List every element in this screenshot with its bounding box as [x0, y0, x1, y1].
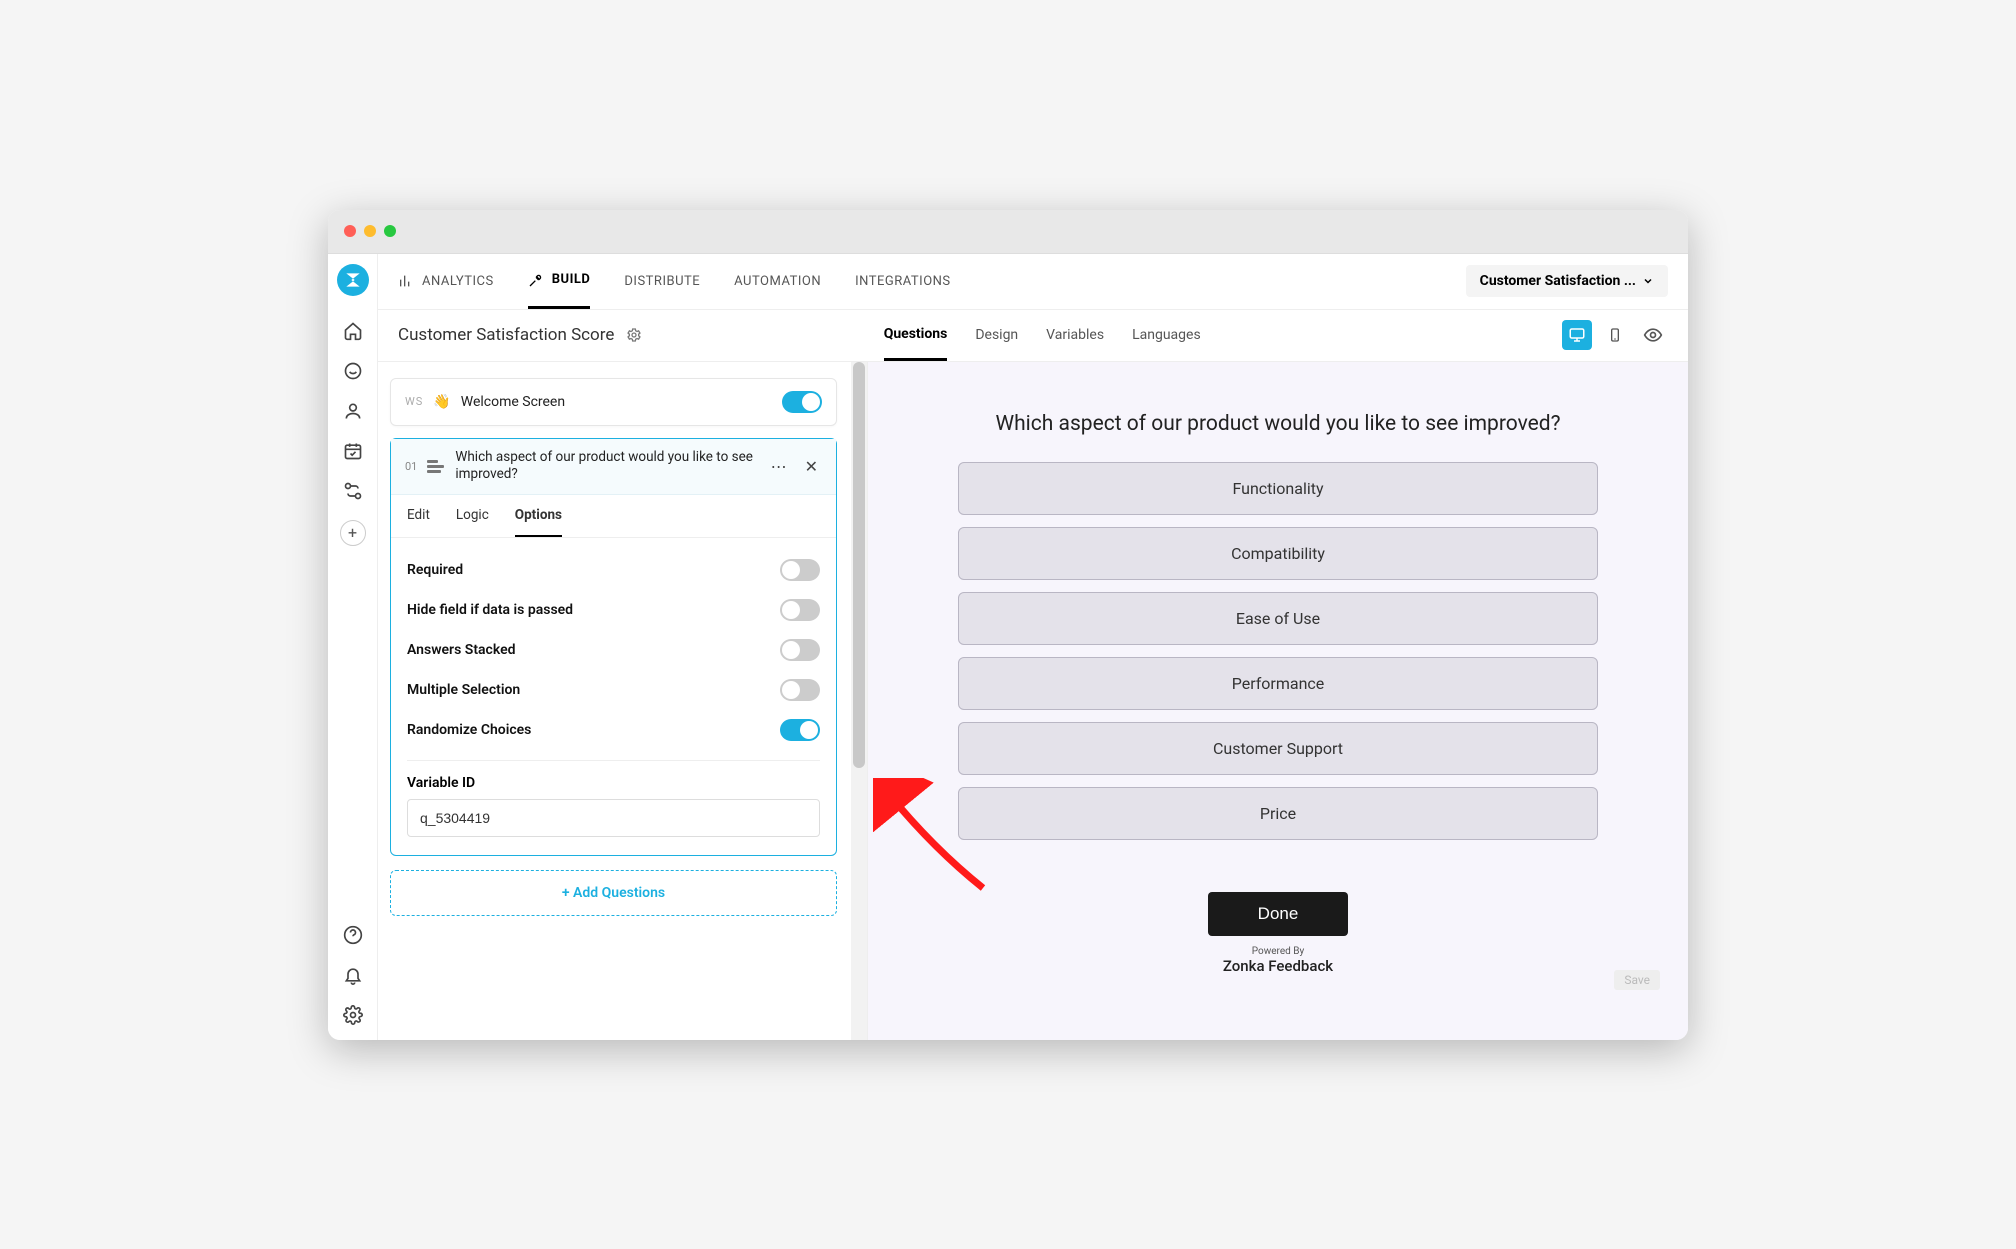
- tab-variables[interactable]: Variables: [1046, 309, 1104, 361]
- scrollbar[interactable]: [851, 362, 867, 1040]
- close-icon[interactable]: ✕: [801, 455, 822, 478]
- eye-preview-icon[interactable]: [1638, 320, 1668, 350]
- save-button-ghost[interactable]: Save: [1614, 970, 1660, 990]
- powered-small: Powered By: [1223, 946, 1333, 957]
- minimize-window-icon[interactable]: [364, 225, 376, 237]
- variable-id-label: Variable ID: [407, 775, 820, 791]
- contacts-icon[interactable]: [342, 400, 364, 422]
- option-label: Answers Stacked: [407, 642, 516, 658]
- add-questions-button[interactable]: + Add Questions: [390, 870, 837, 916]
- powered-by: Powered By Zonka Feedback: [1223, 946, 1333, 975]
- welcome-screen-card[interactable]: WS 👋 Welcome Screen: [390, 378, 837, 426]
- builder-tabs: Questions Design Variables Languages: [884, 309, 1201, 361]
- choice-option[interactable]: Ease of Use: [958, 592, 1598, 645]
- toggle-hide-field[interactable]: [780, 599, 820, 621]
- toggle-multiple-selection[interactable]: [780, 679, 820, 701]
- question-card: 01 Which aspect of our product would you…: [390, 438, 837, 856]
- tab-languages[interactable]: Languages: [1132, 309, 1201, 361]
- side-rail: +: [328, 254, 378, 1040]
- choice-option[interactable]: Functionality: [958, 462, 1598, 515]
- choice-option[interactable]: Compatibility: [958, 527, 1598, 580]
- question-editor-tabs: Edit Logic Options: [391, 495, 836, 538]
- calendar-icon[interactable]: [342, 440, 364, 462]
- question-text: Which aspect of our product would you li…: [455, 449, 756, 484]
- nav-distribute[interactable]: DISTRIBUTE: [624, 253, 700, 309]
- device-preview-toggle: [1562, 320, 1668, 350]
- tab-design[interactable]: Design: [975, 309, 1018, 361]
- mobile-preview-icon[interactable]: [1600, 320, 1630, 350]
- gear-icon[interactable]: [626, 327, 642, 343]
- option-label: Multiple Selection: [407, 682, 520, 698]
- qtab-options[interactable]: Options: [515, 495, 562, 537]
- chevron-down-icon: [1642, 275, 1654, 287]
- nav-build[interactable]: BUILD: [528, 253, 591, 309]
- question-number: 01: [405, 460, 417, 473]
- window-titlebar: [328, 210, 1688, 254]
- question-type-icon: [427, 457, 445, 475]
- options-section: Required Hide field if data is passed An…: [391, 538, 836, 855]
- survey-selector[interactable]: Customer Satisfaction ...: [1466, 265, 1668, 297]
- notifications-icon[interactable]: [342, 964, 364, 986]
- wave-icon: 👋: [433, 394, 450, 410]
- nav-label: BUILD: [552, 272, 591, 287]
- nav-label: DISTRIBUTE: [624, 274, 700, 289]
- survey-title: Customer Satisfaction Score: [398, 325, 614, 345]
- nav-label: ANALYTICS: [422, 274, 494, 289]
- survey-selector-label: Customer Satisfaction ...: [1480, 273, 1636, 289]
- nav-label: INTEGRATIONS: [855, 274, 951, 289]
- welcome-badge: WS: [405, 395, 423, 408]
- powered-brand: Zonka Feedback: [1223, 957, 1333, 975]
- feedback-icon[interactable]: [342, 360, 364, 382]
- qtab-logic[interactable]: Logic: [456, 495, 489, 537]
- tab-questions[interactable]: Questions: [884, 309, 948, 361]
- settings-icon[interactable]: [342, 1004, 364, 1026]
- done-button[interactable]: Done: [1208, 892, 1349, 936]
- home-icon[interactable]: [342, 320, 364, 342]
- nav-label: AUTOMATION: [734, 274, 821, 289]
- brand-logo[interactable]: [337, 264, 369, 296]
- help-icon[interactable]: [342, 924, 364, 946]
- sub-header: Customer Satisfaction Score Questions De…: [378, 310, 1688, 362]
- more-icon[interactable]: ⋯: [767, 455, 791, 478]
- questions-panel: WS 👋 Welcome Screen 01 Which aspect of o…: [378, 362, 868, 1040]
- preview-question: Which aspect of our product would you li…: [995, 412, 1560, 436]
- divider: [407, 760, 820, 761]
- app-window: + ANALYTICS BUILD: [328, 210, 1688, 1040]
- variable-id-input[interactable]: [407, 799, 820, 837]
- toggle-required[interactable]: [780, 559, 820, 581]
- top-nav: ANALYTICS BUILD DISTRIBUTE AUTOMATION IN…: [378, 254, 1688, 310]
- choice-option[interactable]: Performance: [958, 657, 1598, 710]
- toggle-answers-stacked[interactable]: [780, 639, 820, 661]
- option-required: Required: [407, 550, 820, 590]
- option-randomize-choices: Randomize Choices: [407, 710, 820, 750]
- maximize-window-icon[interactable]: [384, 225, 396, 237]
- nav-analytics[interactable]: ANALYTICS: [398, 253, 494, 309]
- nav-automation[interactable]: AUTOMATION: [734, 253, 821, 309]
- question-header[interactable]: 01 Which aspect of our product would you…: [391, 439, 836, 495]
- qtab-edit[interactable]: Edit: [407, 495, 430, 537]
- option-label: Required: [407, 562, 463, 578]
- welcome-label: Welcome Screen: [461, 394, 772, 410]
- add-icon[interactable]: +: [340, 520, 366, 546]
- close-window-icon[interactable]: [344, 225, 356, 237]
- welcome-toggle[interactable]: [782, 391, 822, 413]
- desktop-preview-icon[interactable]: [1562, 320, 1592, 350]
- choice-option[interactable]: Price: [958, 787, 1598, 840]
- toggle-randomize-choices[interactable]: [780, 719, 820, 741]
- option-hide-field: Hide field if data is passed: [407, 590, 820, 630]
- nav-integrations[interactable]: INTEGRATIONS: [855, 253, 951, 309]
- choice-option[interactable]: Customer Support: [958, 722, 1598, 775]
- option-label: Hide field if data is passed: [407, 602, 573, 618]
- survey-preview: Which aspect of our product would you li…: [868, 362, 1688, 1040]
- option-label: Randomize Choices: [407, 722, 531, 738]
- option-multiple-selection: Multiple Selection: [407, 670, 820, 710]
- workflow-icon[interactable]: [342, 480, 364, 502]
- option-answers-stacked: Answers Stacked: [407, 630, 820, 670]
